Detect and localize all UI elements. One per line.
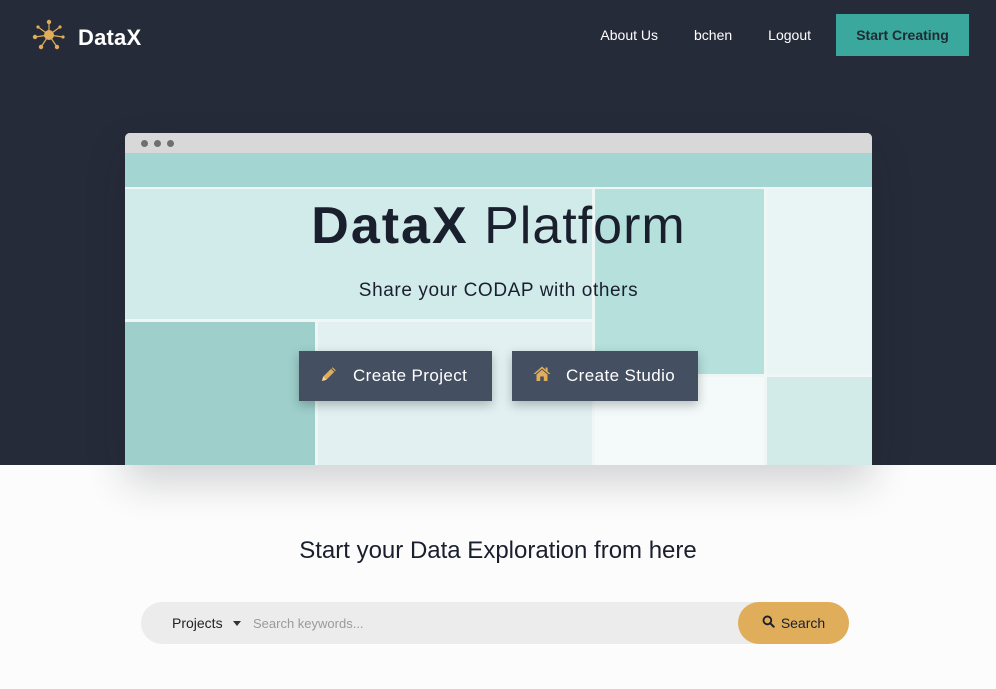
illustration-tile	[125, 153, 872, 187]
window-dot	[141, 140, 148, 147]
create-project-label: Create Project	[353, 366, 468, 385]
hero-title-bold: DataX	[311, 197, 469, 255]
brand-name: DataX	[78, 24, 142, 50]
nav-about-us[interactable]: About Us	[600, 27, 658, 43]
start-creating-button[interactable]: Start Creating	[836, 14, 969, 56]
hero-title: DataX Platform	[125, 196, 872, 256]
network-nodes-icon	[31, 17, 67, 58]
illustration-tile	[125, 322, 315, 465]
window-title-bar	[125, 133, 872, 153]
home-icon	[532, 364, 566, 389]
illustration-tile	[767, 377, 872, 465]
hero-title-light: Platform	[484, 197, 686, 255]
nav-user-profile[interactable]: bchen	[694, 27, 732, 43]
search-icon	[762, 615, 781, 631]
hero-subtitle: Share your CODAP with others	[358, 280, 639, 301]
search-button[interactable]: Search	[738, 602, 849, 644]
create-project-button[interactable]: Create Project	[299, 351, 492, 401]
search-input[interactable]	[253, 613, 723, 633]
window-dot	[167, 140, 174, 147]
create-studio-label: Create Studio	[566, 366, 676, 385]
nav-logout[interactable]: Logout	[768, 27, 811, 43]
search-type-value: Projects	[172, 615, 223, 631]
top-nav: About Us bchen Logout Start Creating	[600, 14, 969, 56]
search-type-dropdown[interactable]: Projects	[172, 602, 241, 644]
brand-logo[interactable]: DataX	[31, 17, 141, 58]
search-section-title: Start your Data Exploration from here	[299, 537, 697, 564]
window-dot	[154, 140, 161, 147]
search-button-label: Search	[780, 615, 826, 631]
pencil-icon	[319, 364, 353, 389]
create-studio-button[interactable]: Create Studio	[512, 351, 698, 401]
search-bar: Projects Search	[141, 602, 849, 644]
caret-down-icon	[232, 620, 241, 626]
